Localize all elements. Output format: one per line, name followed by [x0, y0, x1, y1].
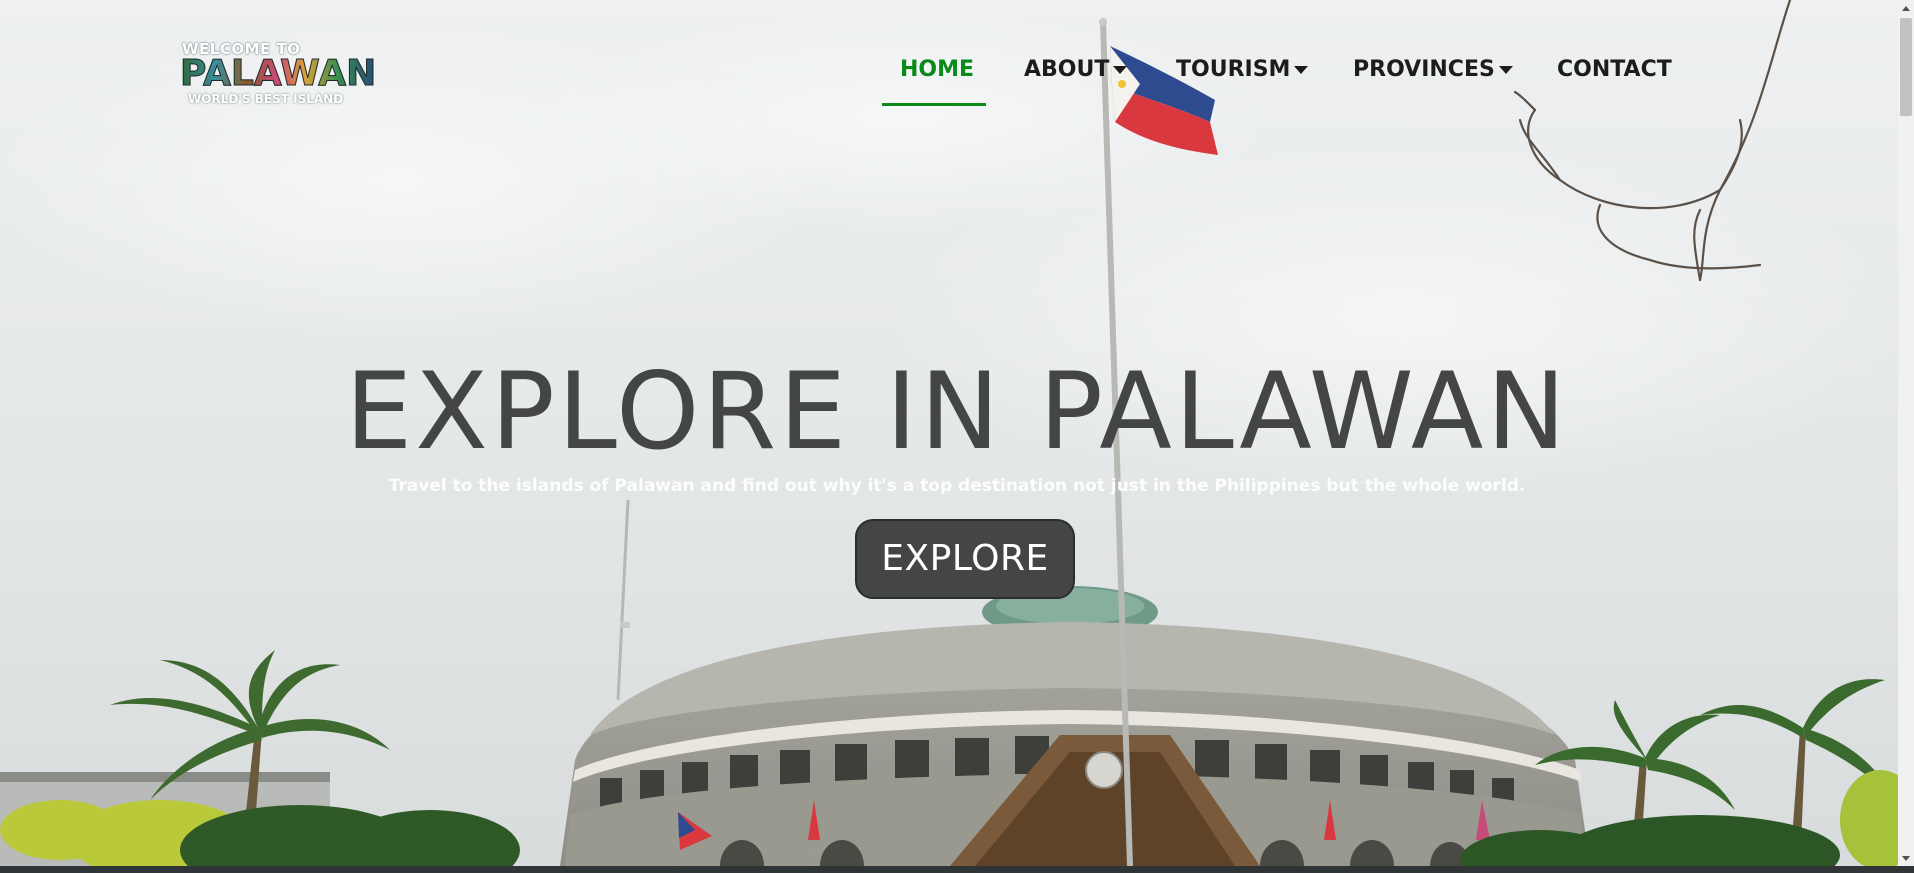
nav-item-provinces-label: PROVINCES: [1353, 57, 1495, 82]
scroll-up-arrow-icon[interactable]: [1898, 0, 1914, 16]
nav-item-about-label: ABOUT: [1024, 57, 1110, 82]
bottom-edge-strip: [0, 866, 1914, 873]
nav-item-home-label: HOME: [900, 57, 975, 82]
hero-title: EXPLORE IN PALAWAN: [345, 350, 1569, 473]
nav-item-contact[interactable]: CONTACT: [1557, 50, 1672, 110]
explore-button[interactable]: EXPLORE: [855, 519, 1075, 599]
active-nav-indicator: [882, 103, 986, 106]
caret-down-icon: [1113, 66, 1128, 74]
vertical-scrollbar[interactable]: [1898, 0, 1914, 866]
caret-down-icon: [1294, 66, 1309, 74]
scroll-down-arrow-icon[interactable]: [1898, 850, 1914, 866]
nav-item-tourism-label: TOURISM: [1176, 57, 1291, 82]
nav-item-home[interactable]: HOME: [900, 50, 974, 110]
nav-item-about[interactable]: ABOUT: [1024, 50, 1128, 110]
nav-item-provinces[interactable]: PROVINCES: [1353, 50, 1513, 110]
caret-down-icon: [1498, 66, 1513, 74]
viewport: WELCOME TO PALAWAN WORLD'S BEST ISLAND H…: [0, 0, 1914, 873]
main-navigation: HOME ABOUT TOURISM PROVINCES CONTACT: [0, 50, 1914, 110]
nav-item-tourism[interactable]: TOURISM: [1176, 50, 1309, 110]
hero-subtitle: Travel to the islands of Palawan and fin…: [388, 476, 1526, 496]
nav-item-contact-label: CONTACT: [1557, 57, 1672, 82]
scrollbar-thumb[interactable]: [1900, 18, 1912, 116]
